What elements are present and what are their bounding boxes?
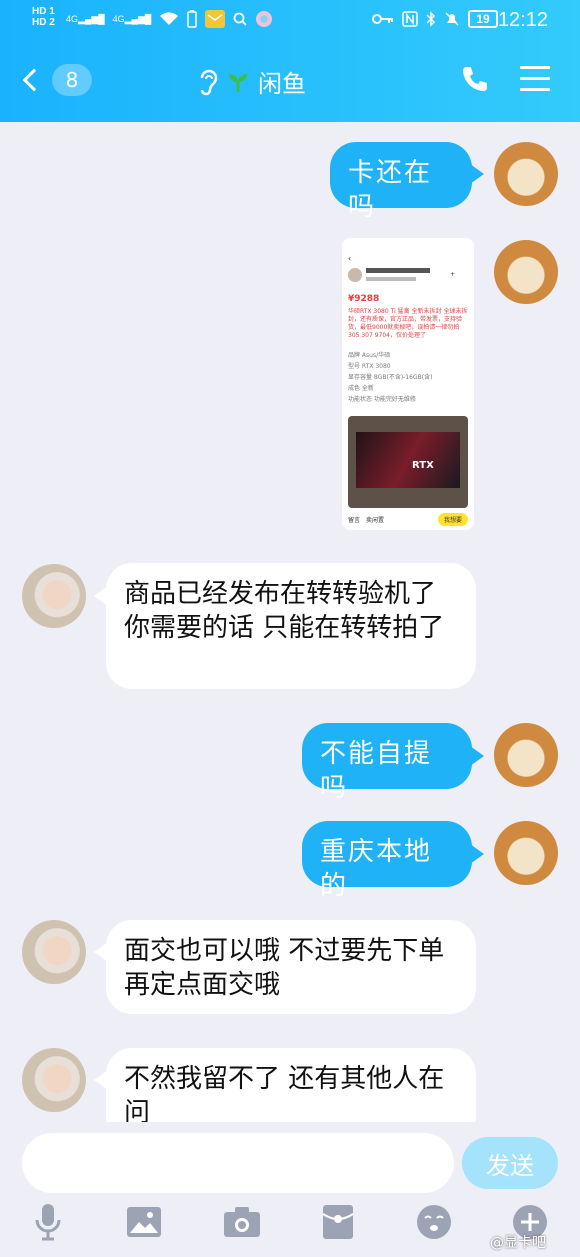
spec-row: 型号 RTX 3080 [348, 363, 391, 370]
message-bubble-outgoing[interactable]: 不能自提吗 [302, 723, 472, 803]
avatar-seller[interactable] [22, 1048, 86, 1112]
image-icon[interactable] [124, 1200, 164, 1244]
clock: 12:12 [497, 9, 548, 31]
unread-count-badge: 8 [52, 64, 92, 96]
item-description: 华硕RTX 3080 Ti 猛禽 全新未拆封 全球未拆封，还有质保，官方正品，带… [348, 308, 468, 339]
nfc-icon [402, 11, 418, 27]
message-input[interactable] [22, 1133, 454, 1193]
chat-title-text: 闲鱼 [258, 70, 306, 98]
message-bubble-outgoing[interactable]: 卡还在吗 [330, 142, 472, 222]
chevron-left-icon [22, 68, 46, 92]
phone-icon[interactable] [460, 64, 490, 94]
item-price: ¥9288 [348, 294, 380, 304]
seller-avatar [348, 268, 362, 282]
mail-icon [205, 10, 226, 28]
message-bubble-incoming[interactable]: 面交也可以哦 不过要先下单再定点面交哦 [106, 920, 476, 1014]
bluetooth-icon [426, 11, 436, 27]
mic-icon[interactable] [28, 1200, 68, 1244]
sprout-icon [229, 73, 247, 92]
spec-row: 显存容量 8GB(不含)-16GB(含) [348, 374, 433, 381]
key-icon [372, 14, 393, 24]
back-button[interactable]: 8 [22, 64, 92, 96]
message-text: 面交也可以哦 不过要先下单再定点面交哦 [124, 936, 445, 1000]
box-label: RTX [412, 460, 434, 471]
battery-level: 19 [476, 12, 490, 26]
hd1-label: HD 1 [32, 6, 55, 17]
avatar-seller[interactable] [22, 920, 86, 984]
sim-labels: HD 1 HD 2 [32, 6, 55, 28]
avatar-self[interactable] [494, 142, 558, 206]
battery-icon: 19 [468, 10, 498, 28]
charging-icon [187, 10, 197, 28]
signal-icon: 4G▂▄▆█ [66, 13, 105, 24]
mute-icon [445, 12, 459, 26]
bubble-tail [470, 746, 484, 766]
follow-button: + [450, 271, 456, 278]
message-bubble-outgoing[interactable]: 重庆本地的 [302, 821, 472, 901]
status-right-icons: 19 [372, 10, 498, 28]
spec-row: 成色 全新 [348, 385, 374, 392]
signal-icons: 4G▂▄▆█ 4G▂▄▆█ [66, 10, 273, 28]
message-text: 商品已经发布在转转验机了你需要的话 只能在转转拍了 [124, 579, 445, 643]
wifi-icon [160, 12, 179, 25]
spec-row: 功能状态 功能完好无维修 [348, 396, 416, 403]
item-specs: 品牌 Asus/华硕 型号 RTX 3080 显存容量 8GB(不含)-16GB… [348, 350, 468, 405]
net1-label: 4G [66, 13, 79, 24]
message-text: 卡还在吗 [348, 158, 433, 222]
signal-icon-2: 4G▂▄▆█ [112, 13, 152, 24]
hd2-label: HD 2 [32, 17, 55, 28]
search-icon [233, 12, 247, 26]
menu-icon[interactable] [520, 66, 550, 99]
spec-row: 品牌 Asus/华硕 [348, 352, 391, 359]
product-photo: RTX [348, 416, 468, 508]
bubble-tail [470, 844, 484, 864]
want-button: 我想要 [437, 512, 468, 526]
footer-msg: 留言 [348, 516, 361, 524]
chat-title: 闲鱼 [198, 64, 306, 99]
net2-label: 4G [112, 13, 125, 24]
watermark: @显卡吧 [490, 1235, 546, 1251]
bubble-tail [470, 164, 484, 184]
message-text: 重庆本地的 [320, 837, 433, 901]
message-text: 不能自提吗 [320, 739, 433, 803]
shared-screenshot-image[interactable]: ‹ + ¥9288 华硕RTX 3080 Ti 猛禽 全新未拆封 全球未拆封，还… [342, 238, 474, 530]
shot-footer: 留言 卖闲置 我想要 [342, 508, 474, 530]
message-text: 不然我留不了 还有其他人在问 [124, 1064, 445, 1122]
message-clip: 不然我留不了 还有其他人在问 [106, 1048, 476, 1122]
avatar-self[interactable] [494, 723, 558, 787]
avatar-self[interactable] [494, 821, 558, 885]
camera-icon[interactable] [222, 1200, 262, 1244]
avatar-self[interactable] [494, 240, 558, 304]
seller-meta [366, 277, 416, 281]
avatar-seller[interactable] [22, 564, 86, 628]
back-arrow-icon: ‹ [348, 254, 352, 263]
app-icon [256, 11, 273, 27]
emoji-icon[interactable] [414, 1200, 454, 1244]
message-bubble-incoming[interactable]: 商品已经发布在转转验机了你需要的话 只能在转转拍了 [106, 563, 476, 689]
red-packet-icon[interactable] [318, 1200, 358, 1244]
gpu-box [356, 432, 460, 488]
message-bubble-incoming[interactable]: 不然我留不了 还有其他人在问 [106, 1048, 476, 1122]
footer-bid: 卖闲置 [366, 516, 385, 524]
status-bar: HD 1 HD 2 4G▂▄▆█ 4G▂▄▆█ 19 12:12 [0, 0, 580, 40]
seller-name [366, 268, 430, 273]
ear-icon [200, 69, 218, 95]
send-button[interactable]: 发送 [462, 1137, 558, 1189]
